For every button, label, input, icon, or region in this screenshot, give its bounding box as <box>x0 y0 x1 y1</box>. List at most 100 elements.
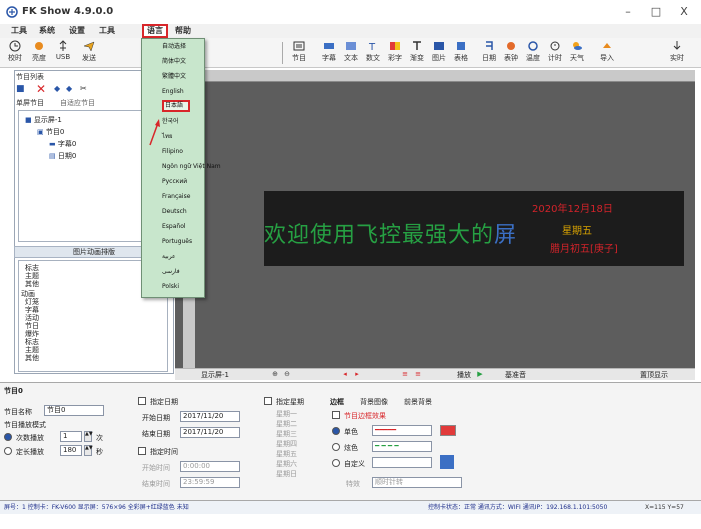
table-button[interactable]: 表格 <box>450 40 472 66</box>
next-icon[interactable]: ▸ <box>352 370 362 379</box>
border-effect-checkbox[interactable] <box>332 411 340 419</box>
fixed-play-radio[interactable] <box>4 447 12 455</box>
language-spanish[interactable]: Español <box>142 221 204 233</box>
move-down-icon[interactable]: ◆ <box>66 84 72 93</box>
realtime-button[interactable]: 实时 <box>666 40 688 66</box>
weekday-wed[interactable]: 星期三 <box>276 429 297 439</box>
specify-date-checkbox[interactable] <box>138 397 146 405</box>
specify-time-checkbox[interactable] <box>138 447 146 455</box>
tree-node-program[interactable]: ▣ 节目0 <box>37 127 64 137</box>
language-persian[interactable]: فارسی <box>142 266 204 278</box>
language-russian[interactable]: Русский <box>142 176 204 188</box>
timer-button[interactable]: 计时 <box>544 40 566 66</box>
prev-icon[interactable]: ◂ <box>340 370 350 379</box>
tab-background[interactable]: 背景图像 <box>360 397 388 407</box>
menu-language[interactable]: 语言 <box>142 24 168 38</box>
flashy-style-select[interactable]: ━ ━ ━ ━ <box>372 441 432 452</box>
play-label[interactable]: 播放 <box>457 370 471 380</box>
tab-foreground[interactable]: 前景背景 <box>404 397 432 407</box>
language-vietnamese[interactable]: Ngôn ngữ Việt Nam <box>142 161 221 173</box>
delete-icon[interactable]: ✕ <box>36 82 46 96</box>
effect-select[interactable]: 顺时针转 <box>372 477 462 488</box>
zoom-in-icon[interactable]: ⊕ <box>270 370 280 379</box>
tab-border[interactable]: 边框 <box>330 397 344 407</box>
maximize-button[interactable]: □ <box>645 4 667 20</box>
weekday-sat[interactable]: 星期六 <box>276 459 297 469</box>
count-play-radio[interactable] <box>4 433 12 441</box>
custom-select[interactable] <box>372 457 432 468</box>
menu-system[interactable]: 系统 <box>36 24 58 38</box>
custom-radio[interactable] <box>332 459 340 467</box>
subtitle-button[interactable]: 字幕 <box>318 40 340 66</box>
picture-button[interactable]: 图片 <box>428 40 450 66</box>
play-icon[interactable]: ▶ <box>475 370 485 379</box>
zoom-out-icon[interactable]: ⊖ <box>282 370 292 379</box>
close-button[interactable]: X <box>673 4 695 20</box>
name-input[interactable]: 节目0 <box>44 405 104 416</box>
end-date-input[interactable]: 2017/11/20 <box>180 427 240 438</box>
language-english[interactable]: English <box>142 86 204 98</box>
tab-adaptive[interactable]: 自适应节目 <box>60 98 95 108</box>
minimize-button[interactable]: – <box>617 4 639 20</box>
tab-single-screen[interactable]: 单屏节目 <box>16 98 44 108</box>
menu-tools[interactable]: 工具 <box>8 24 30 38</box>
language-traditional-chinese[interactable]: 繁體中文 <box>142 71 204 83</box>
menu-settings[interactable]: 设置 <box>66 24 88 38</box>
tree-node-subtitle[interactable]: ▬ 字幕0 <box>49 139 76 149</box>
colorful-text-button[interactable]: 彩字 <box>384 40 406 66</box>
weather-button[interactable]: 天气 <box>566 40 588 66</box>
align-right-icon[interactable]: ≡ <box>413 370 423 379</box>
send-button[interactable]: 发送 <box>76 40 102 66</box>
screen-selector[interactable]: 显示屏-1 <box>201 370 229 380</box>
count-input[interactable]: 1 <box>60 431 82 442</box>
language-japanese[interactable]: 日本語 <box>162 100 190 112</box>
sync-time-button[interactable]: 校时 <box>4 40 26 66</box>
language-filipino[interactable]: Filipino <box>142 146 204 158</box>
weekday-mon[interactable]: 星期一 <box>276 409 297 419</box>
gradient-button[interactable]: 渐变 <box>406 40 428 66</box>
usb-button[interactable]: USB <box>52 40 74 66</box>
fixed-length-input[interactable]: 180 <box>60 445 82 456</box>
single-color-radio[interactable] <box>332 427 340 435</box>
align-left-icon[interactable]: ≡ <box>400 370 410 379</box>
border-style-select[interactable]: ━━━━━ <box>372 425 432 436</box>
tree-node-date[interactable]: ▤ 日期0 <box>49 151 76 161</box>
border-color-swatch[interactable] <box>440 425 456 436</box>
flashy-color-radio[interactable] <box>332 443 340 451</box>
keep-top-checkbox[interactable]: 置顶显示 <box>640 370 668 380</box>
language-polish[interactable]: Polski <box>142 281 204 293</box>
led-display[interactable]: 欢迎使用飞控最强大的屏 2020年12月18日 星期五 腊月初五[庚子] <box>264 191 684 266</box>
weekday-sun[interactable]: 星期日 <box>276 469 297 479</box>
start-time-input[interactable]: 0:00:00 <box>180 461 240 472</box>
weekday-tue[interactable]: 星期二 <box>276 419 297 429</box>
fixed-length-spinner[interactable]: ▲▼ <box>84 445 93 456</box>
temperature-button[interactable]: 温度 <box>522 40 544 66</box>
move-up-icon[interactable]: ◆ <box>54 84 60 93</box>
language-german[interactable]: Deutsch <box>142 206 204 218</box>
clock-button[interactable]: 表钟 <box>500 40 522 66</box>
language-arabic[interactable]: عربية <box>142 251 204 263</box>
weekday-thu[interactable]: 星期四 <box>276 439 297 449</box>
grid-pattern-icon[interactable] <box>440 455 454 469</box>
list-item[interactable]: 其他 <box>25 279 39 289</box>
tree-node-screen[interactable]: ■ 显示屏-1 <box>25 115 62 125</box>
text-button[interactable]: 文本 <box>340 40 362 66</box>
program-button[interactable]: 节目 <box>288 40 310 66</box>
weekday-fri[interactable]: 星期五 <box>276 449 297 459</box>
start-date-input[interactable]: 2017/11/20 <box>180 411 240 422</box>
brightness-button[interactable]: 亮度 <box>28 40 50 66</box>
number-text-button[interactable]: T 数文 <box>362 40 384 66</box>
language-portuguese[interactable]: Português <box>142 236 204 248</box>
menu-help[interactable]: 帮助 <box>172 24 194 38</box>
import-button[interactable]: 导入 <box>596 40 618 66</box>
date-button[interactable]: 日期 <box>478 40 500 66</box>
count-spinner[interactable]: ▲▼ <box>84 431 93 442</box>
specify-week-checkbox[interactable] <box>264 397 272 405</box>
menu-tools-2[interactable]: 工具 <box>96 24 118 38</box>
language-french[interactable]: Française <box>142 191 204 203</box>
language-auto[interactable]: 自动选择 <box>142 41 204 53</box>
end-time-input[interactable]: 23:59:59 <box>180 477 240 488</box>
add-program-icon[interactable]: ■ <box>16 84 25 94</box>
base-audio-label[interactable]: 基准音 <box>505 370 526 380</box>
cut-icon[interactable]: ✂ <box>80 84 87 93</box>
